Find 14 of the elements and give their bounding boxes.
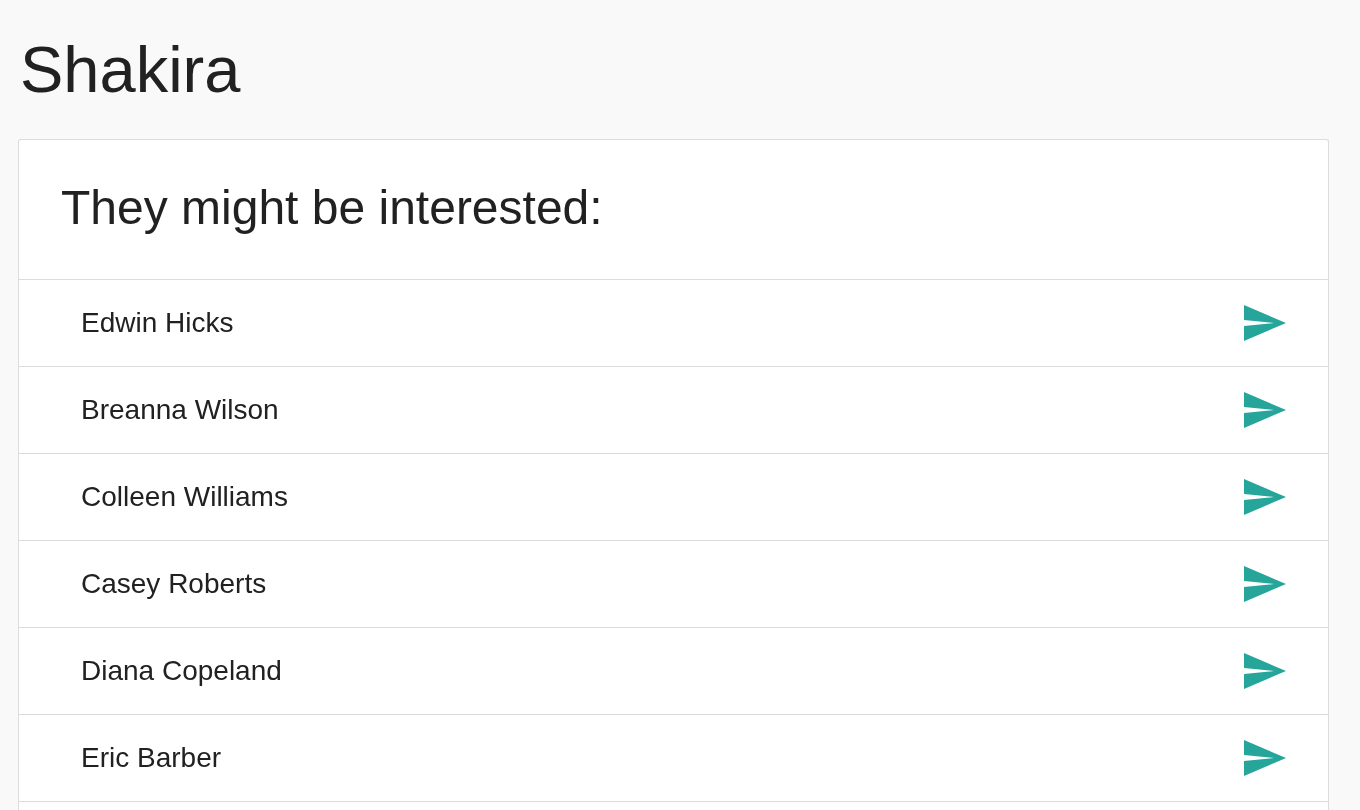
send-icon[interactable] xyxy=(1244,392,1286,428)
send-icon[interactable] xyxy=(1244,479,1286,515)
person-name: Eric Barber xyxy=(81,744,222,772)
page-title: Shakira xyxy=(20,37,242,102)
person-name: Breanna Wilson xyxy=(81,396,279,424)
send-icon[interactable] xyxy=(1244,305,1286,341)
person-name: Diana Copeland xyxy=(81,657,282,685)
send-icon[interactable] xyxy=(1244,653,1286,689)
person-name: Casey Roberts xyxy=(81,570,267,598)
person-name: Colleen Williams xyxy=(81,483,288,511)
person-name: Edwin Hicks xyxy=(81,309,234,337)
send-icon[interactable] xyxy=(1244,566,1286,602)
card-title: They might be interested: xyxy=(61,183,603,232)
send-icon[interactable] xyxy=(1244,740,1286,776)
